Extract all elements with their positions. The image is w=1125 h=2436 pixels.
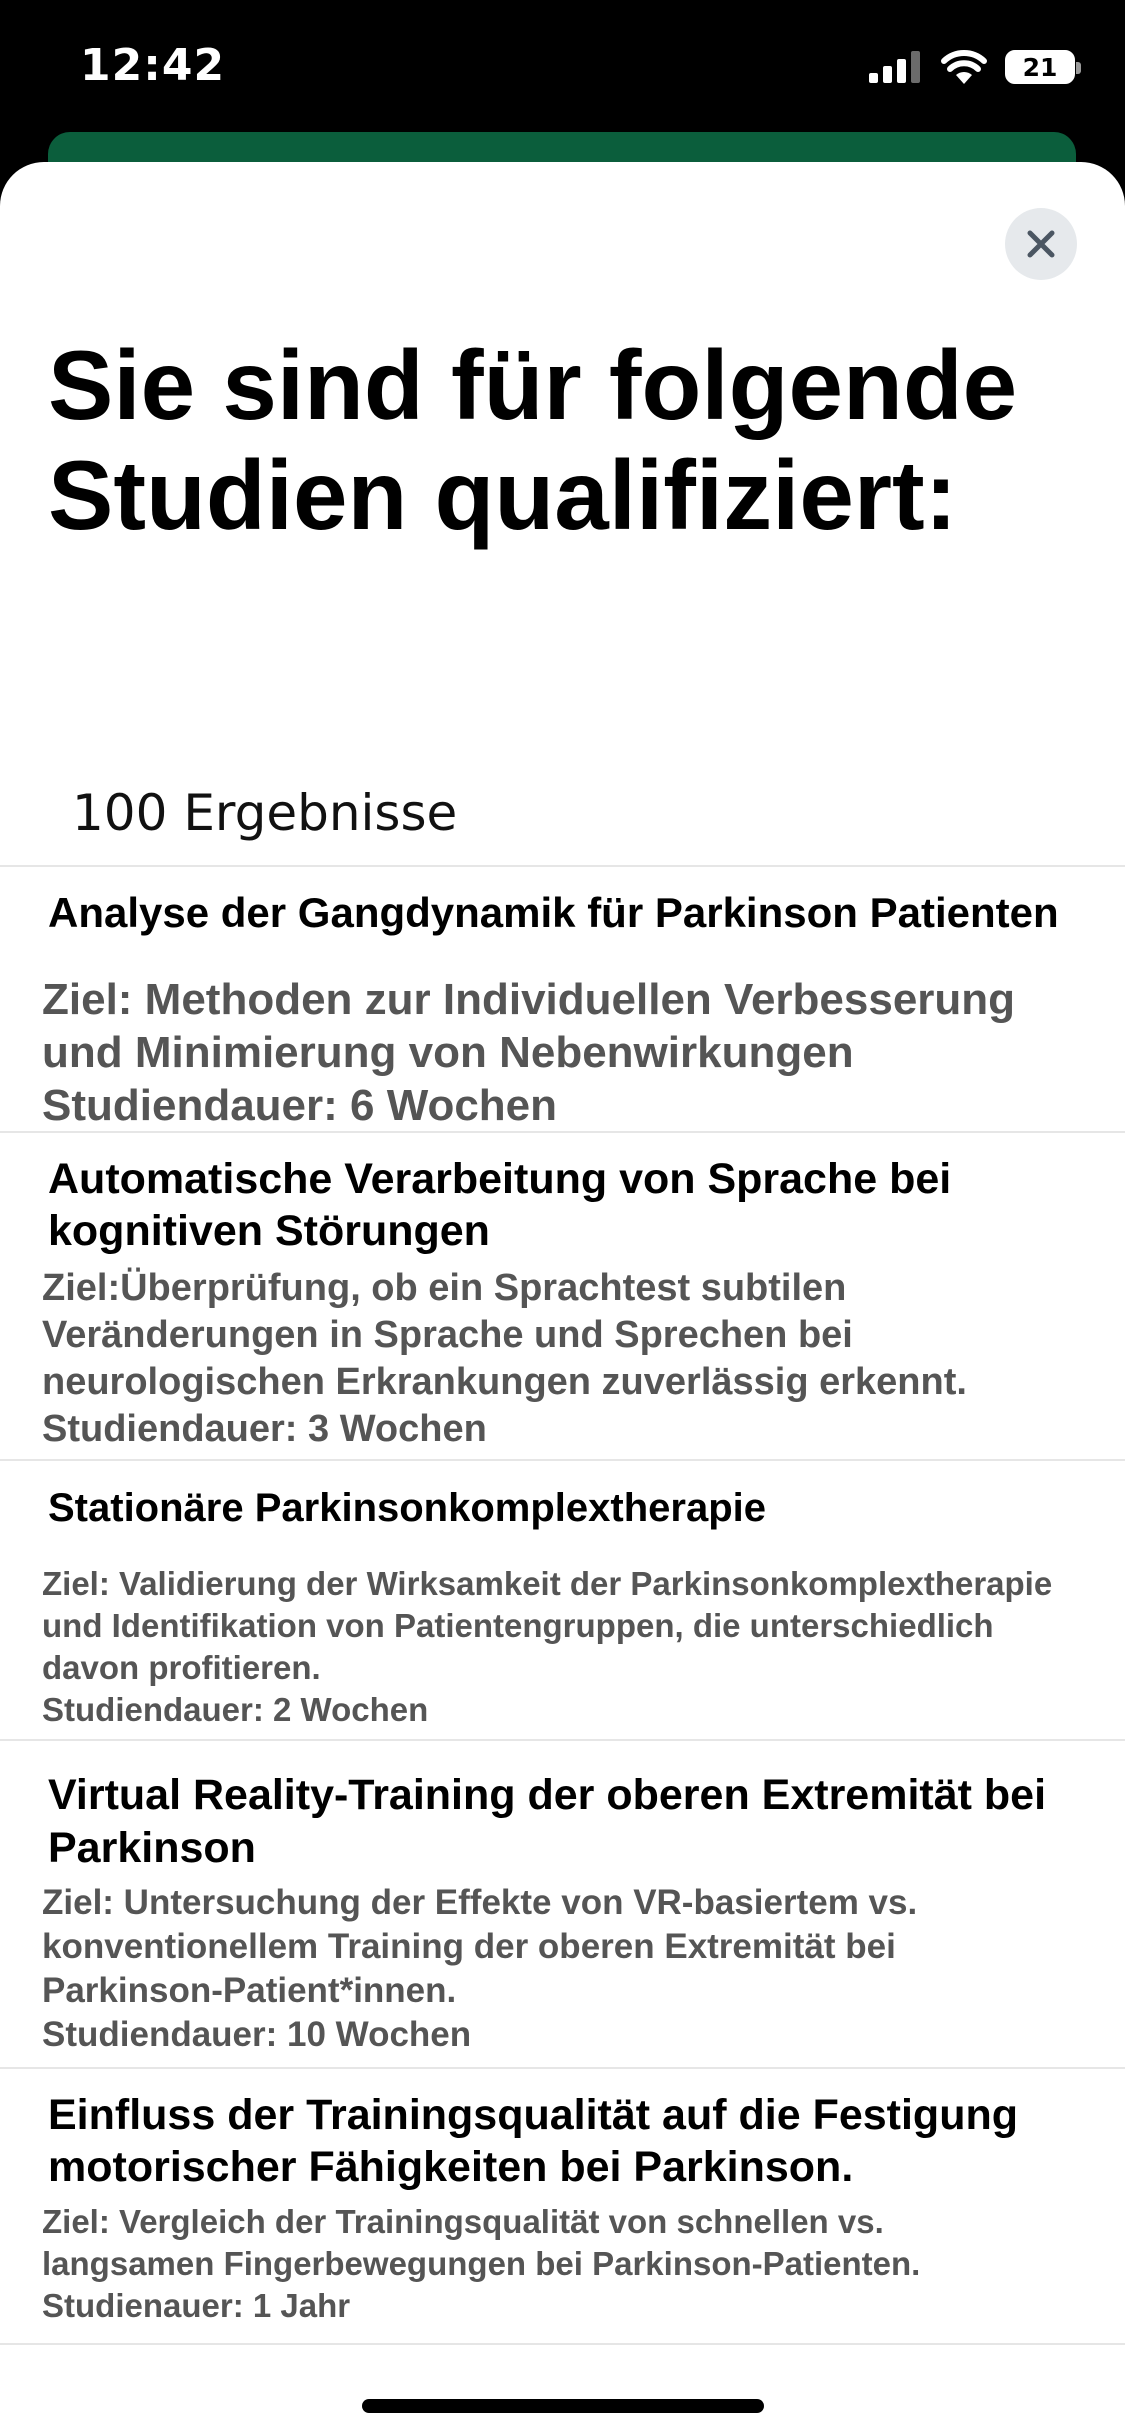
modal-sheet: Sie sind für folgende Studien qualifizie… xyxy=(0,162,1125,2436)
study-card[interactable]: Virtual Reality-Training der oberen Extr… xyxy=(0,1739,1125,2067)
battery-icon: 21 xyxy=(1005,50,1081,84)
study-description: Ziel: Methoden zur Individuellen Verbess… xyxy=(42,975,1016,1130)
study-card[interactable]: Analyse der Gangdynamik für Parkinson Pa… xyxy=(0,865,1125,1131)
study-title: Automatische Verarbeitung von Sprache be… xyxy=(48,1155,952,1255)
study-card[interactable]: Stationäre Parkinsonkomplextherapie Ziel… xyxy=(0,1459,1125,1739)
status-icons: 21 xyxy=(869,50,1081,84)
page-title: Sie sind für folgende Studien qualifizie… xyxy=(48,330,1018,550)
close-icon xyxy=(1027,230,1055,258)
battery-level: 21 xyxy=(1022,52,1058,82)
status-bar: 12:42 21 xyxy=(0,0,1125,135)
status-time: 12:42 xyxy=(80,40,226,91)
close-button[interactable] xyxy=(1005,208,1077,280)
cellular-signal-icon xyxy=(869,51,920,83)
study-card[interactable]: Automatische Verarbeitung von Sprache be… xyxy=(0,1131,1125,1459)
study-title: Einfluss der Trainingsqualität auf die F… xyxy=(48,2091,1018,2191)
wifi-icon xyxy=(941,50,987,84)
study-description: Ziel: Validierung der Wirksamkeit der Pa… xyxy=(42,1565,1053,1728)
study-title: Virtual Reality-Training der oberen Extr… xyxy=(48,1771,1047,1872)
study-description: Ziel: Vergleich der Trainingsqualität vo… xyxy=(42,2203,921,2324)
home-indicator xyxy=(362,2399,764,2413)
study-description: Ziel: Untersuchung der Effekte von VR-ba… xyxy=(42,1883,918,2054)
study-title: Analyse der Gangdynamik für Parkinson Pa… xyxy=(48,889,1059,936)
result-count: 100 Ergebnisse xyxy=(72,784,458,842)
study-title: Stationäre Parkinsonkomplextherapie xyxy=(48,1486,767,1530)
study-list: Analyse der Gangdynamik für Parkinson Pa… xyxy=(0,865,1125,2345)
study-description: Ziel:Überprüfung, ob ein Sprachtest subt… xyxy=(42,1267,967,1450)
study-card[interactable]: Einfluss der Trainingsqualität auf die F… xyxy=(0,2067,1125,2345)
